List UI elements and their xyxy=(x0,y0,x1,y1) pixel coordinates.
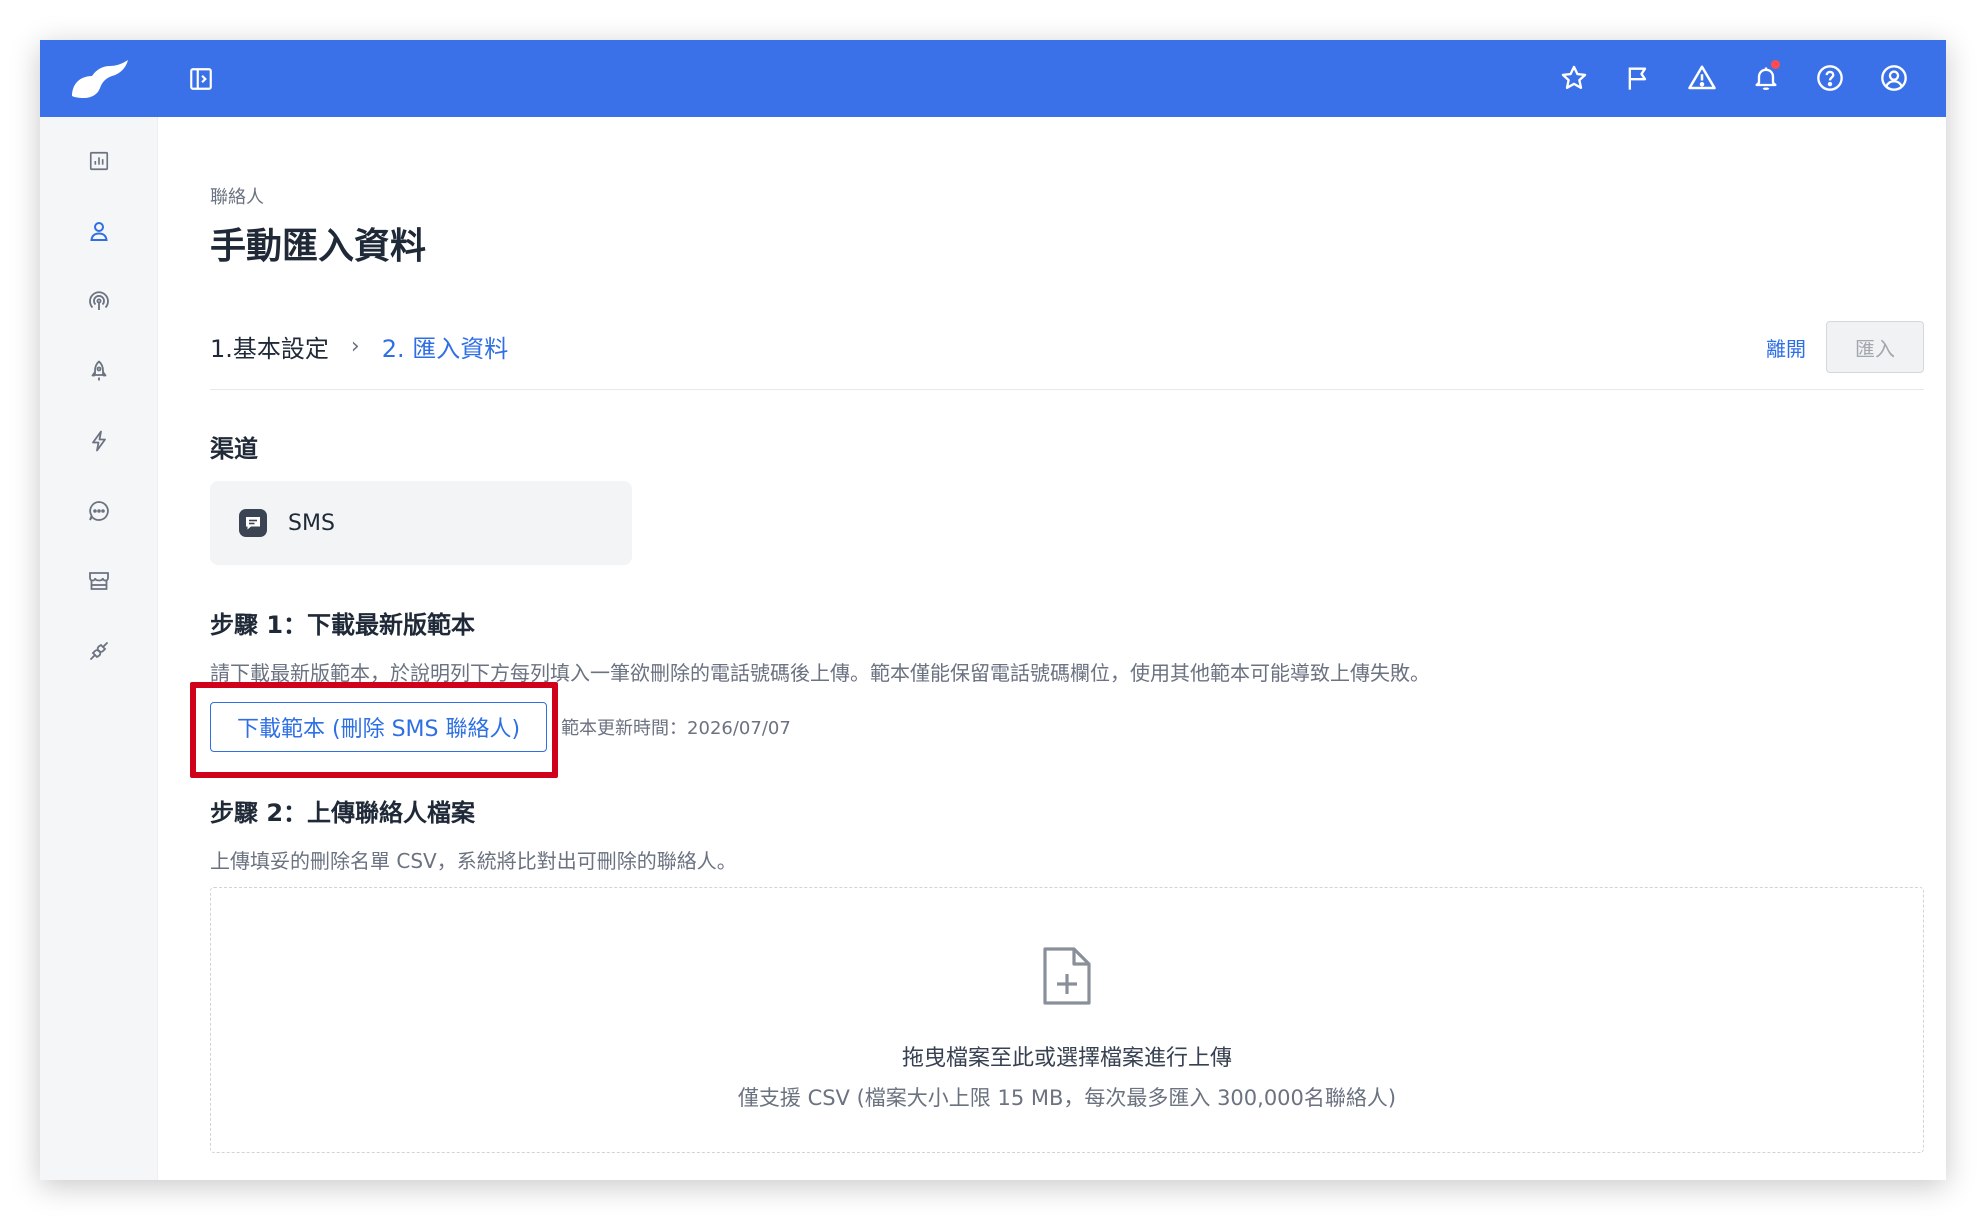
channel-name: SMS xyxy=(288,510,335,536)
header-actions xyxy=(1552,56,1916,100)
sidebar-item-broadcast[interactable] xyxy=(84,286,114,316)
star-icon xyxy=(1561,65,1587,89)
page-title: 手動匯入資料 xyxy=(210,226,427,267)
warning-icon xyxy=(1688,65,1716,90)
warning-button[interactable] xyxy=(1680,56,1724,100)
sidebar-toggle-button[interactable] xyxy=(186,64,216,94)
download-row: 下載範本 (刪除 SMS 聯絡人) 範本更新時間：2026/07/07 xyxy=(210,702,791,752)
breadcrumb[interactable]: 聯絡人 xyxy=(210,183,264,209)
automation-icon xyxy=(92,430,106,452)
favorites-button[interactable] xyxy=(1552,56,1596,100)
header-divider xyxy=(210,389,1924,390)
sidebar-item-integrations[interactable] xyxy=(84,636,114,666)
flag-icon xyxy=(1628,67,1647,90)
file-add-icon xyxy=(1043,947,1091,1005)
integration-icon xyxy=(90,642,108,660)
leave-button[interactable]: 離開 xyxy=(1766,333,1806,362)
notifications-button[interactable] xyxy=(1744,56,1788,100)
dropzone-hint: 僅支援 CSV (檔案大小上限 15 MB，每次最多匯入 300,000名聯絡人… xyxy=(737,1086,1397,1110)
step-basic-settings[interactable]: 1.基本設定 xyxy=(210,329,329,364)
step-indicator: 1.基本設定 › 2. 匯入資料 xyxy=(210,329,508,364)
contacts-icon xyxy=(90,222,108,241)
chat-icon xyxy=(89,501,109,521)
page-actions: 離開 匯入 xyxy=(1766,321,1924,373)
top-bar xyxy=(40,40,1946,117)
user-icon xyxy=(1881,65,1907,91)
sidebar-item-automation[interactable] xyxy=(84,426,114,456)
sms-icon xyxy=(239,509,267,537)
download-template-button[interactable]: 下載範本 (刪除 SMS 聯絡人) xyxy=(210,702,548,752)
help-button[interactable] xyxy=(1808,56,1852,100)
app-window: 聯絡人 手動匯入資料 1.基本設定 › 2. 匯入資料 離開 匯入 渠道 SMS… xyxy=(40,40,1946,1180)
step-separator-icon: › xyxy=(350,334,360,359)
channel-card: SMS xyxy=(210,481,632,565)
notification-dot xyxy=(1771,60,1780,69)
rocket-icon xyxy=(91,360,107,381)
sidebar-item-campaigns[interactable] xyxy=(84,356,114,386)
template-updated-time: 範本更新時間：2026/07/07 xyxy=(561,718,791,739)
step1-description: 請下載最新版範本，於說明列下方每列填入一筆欲刪除的電話號碼後上傳。範本僅能保留電… xyxy=(210,661,1430,685)
account-button[interactable] xyxy=(1872,56,1916,100)
main-content: 聯絡人 手動匯入資料 1.基本設定 › 2. 匯入資料 離開 匯入 渠道 SMS… xyxy=(190,117,1924,1180)
store-icon xyxy=(89,572,109,590)
sidebar-item-dashboard[interactable] xyxy=(84,146,114,176)
step-import-data[interactable]: 2. 匯入資料 xyxy=(382,329,509,364)
file-dropzone[interactable]: 拖曳檔案至此或選擇檔案進行上傳 僅支援 CSV (檔案大小上限 15 MB，每次… xyxy=(210,887,1924,1153)
help-icon xyxy=(1817,65,1843,91)
sidebar-item-chat[interactable] xyxy=(84,496,114,526)
step2-title: 步驟 2：上傳聯絡人檔案 xyxy=(210,799,476,827)
flag-button[interactable] xyxy=(1616,56,1660,100)
sidebar-item-contacts[interactable] xyxy=(84,216,114,246)
sidebar-item-store[interactable] xyxy=(84,566,114,596)
import-button[interactable]: 匯入 xyxy=(1826,321,1924,373)
sidebar-toggle-icon xyxy=(190,68,212,90)
step1-title: 步驟 1：下載最新版範本 xyxy=(210,611,476,639)
step2-description: 上傳填妥的刪除名單 CSV，系統將比對出可刪除的聯絡人。 xyxy=(210,849,737,873)
brand-logo[interactable] xyxy=(66,52,130,104)
dropzone-title: 拖曳檔案至此或選擇檔案進行上傳 xyxy=(901,1046,1232,1071)
left-sidebar xyxy=(40,117,158,1180)
channel-label: 渠道 xyxy=(210,435,258,463)
dashboard-icon xyxy=(89,151,109,171)
broadcast-icon xyxy=(89,291,109,310)
